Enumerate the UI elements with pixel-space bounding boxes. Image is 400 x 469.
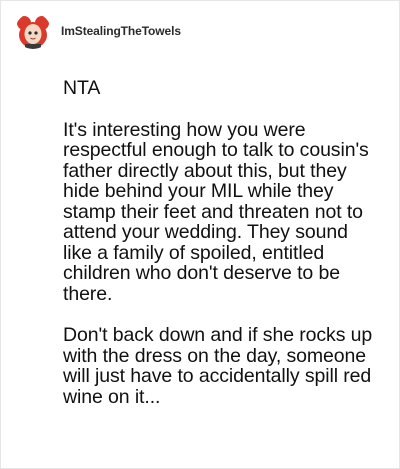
comment-paragraph: NTA [63,77,101,99]
cartoon-avatar-icon[interactable] [15,13,51,49]
comment-card: ImStealingTheTowels NTA It's interesting… [0,0,400,469]
comment-paragraph: Don't back down and if she rocks up with… [63,324,373,408]
comment-header: ImStealingTheTowels [15,13,181,49]
username-link[interactable]: ImStealingTheTowels [61,24,181,38]
comment-body: NTA It's interesting how you were respec… [63,78,381,407]
comment-paragraph: It's interesting how you were respectful… [63,118,369,305]
